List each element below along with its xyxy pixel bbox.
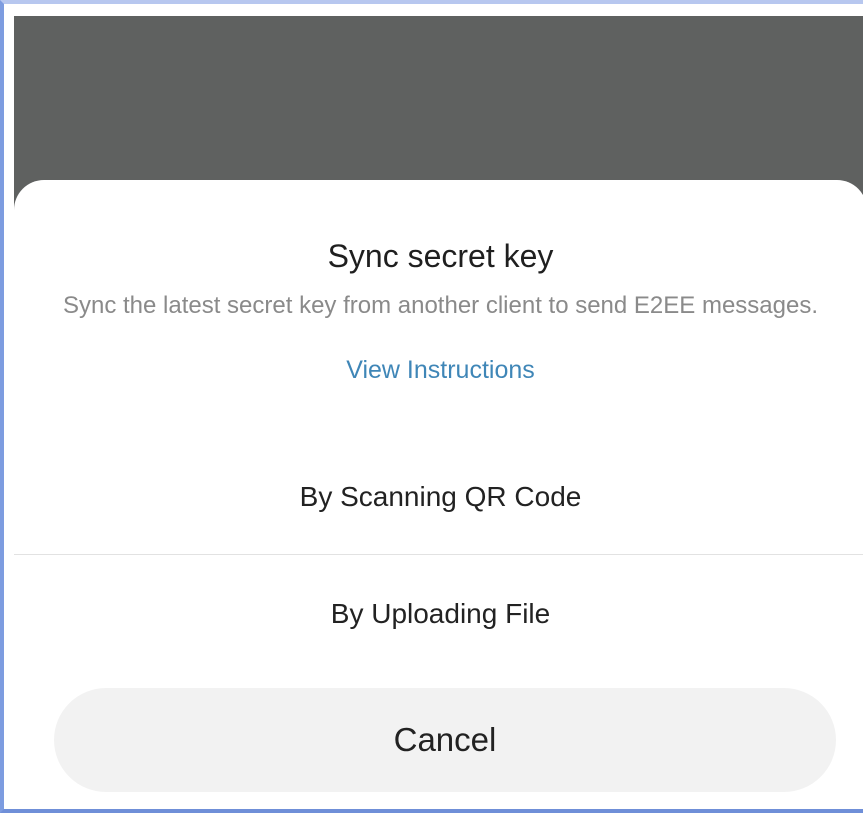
dialog-description: Sync the latest secret key from another … <box>62 292 819 319</box>
cancel-button[interactable]: Cancel <box>54 688 836 792</box>
scan-qr-code-option[interactable]: By Scanning QR Code <box>14 481 863 513</box>
upload-file-option[interactable]: By Uploading File <box>14 598 863 630</box>
dialog-title: Sync secret key <box>327 238 554 274</box>
screen-frame: Sync secret key Sync the latest secret k… <box>0 0 863 813</box>
cancel-button-label: Cancel <box>393 721 497 758</box>
view-instructions-link[interactable]: View Instructions <box>14 356 863 385</box>
bottom-sheet-dialog: Sync secret key Sync the latest secret k… <box>14 180 863 809</box>
options-divider <box>14 554 863 555</box>
